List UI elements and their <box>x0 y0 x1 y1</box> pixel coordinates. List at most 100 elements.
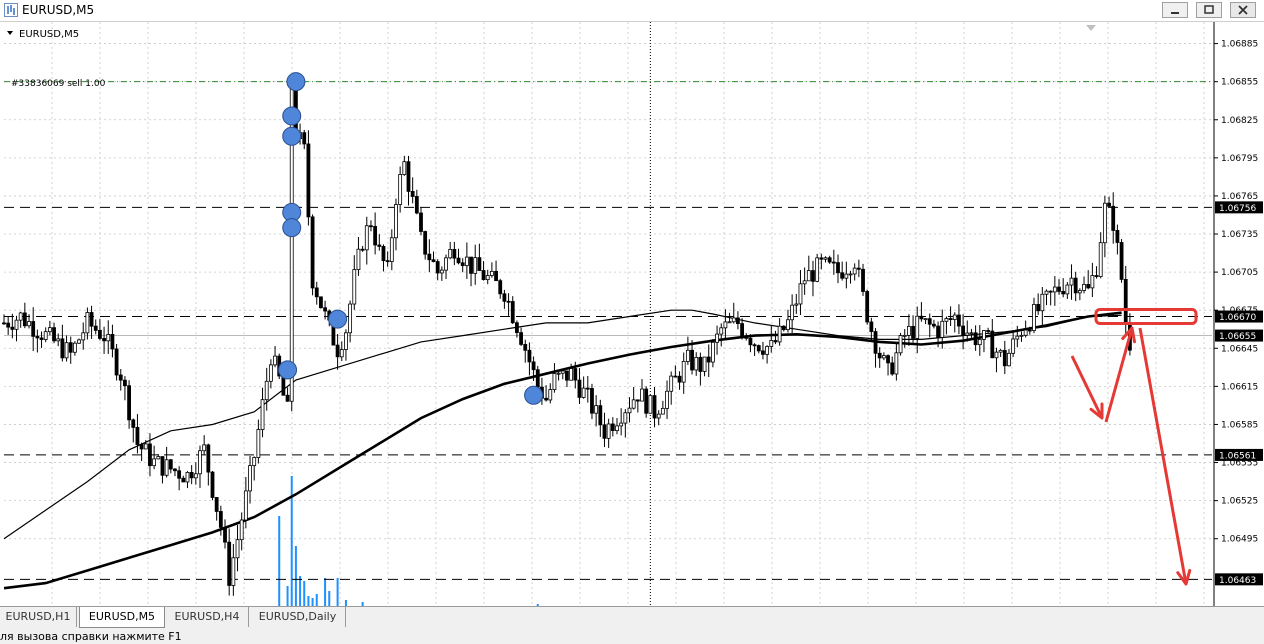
candle-bear <box>756 345 761 352</box>
candle-bear <box>52 327 56 342</box>
candle-bear <box>118 374 123 381</box>
candle <box>815 253 820 283</box>
candle-bear <box>598 405 603 426</box>
candle-bull <box>556 372 561 375</box>
candle <box>898 332 903 356</box>
candle-bull <box>881 355 886 359</box>
restore-button[interactable] <box>1196 2 1222 18</box>
candle-bull <box>786 319 790 331</box>
close-icon <box>1238 5 1248 15</box>
candle-bear <box>414 196 419 214</box>
candle-bull <box>798 283 803 305</box>
trade-marker[interactable] <box>278 360 298 380</box>
candle-bull <box>711 341 715 363</box>
trade-marker[interactable] <box>282 126 302 146</box>
candle-bull <box>1015 335 1020 340</box>
price-chart[interactable]: 1.06885 1.06855 1.06825 1.06795 1.06765 1.067… <box>0 22 1264 606</box>
candle-bear <box>131 419 136 428</box>
candle-bear <box>840 272 845 279</box>
candle-bear <box>302 132 307 145</box>
price-tick-label: 1.06585 <box>1221 420 1258 430</box>
trade-marker[interactable] <box>328 309 348 329</box>
price-tick-label: 1.06765 <box>1221 192 1258 202</box>
tab-eurusd-m5[interactable]: EURUSD,M5 <box>79 607 165 628</box>
candle-bear <box>1086 284 1091 289</box>
candle-bull <box>1077 290 1082 294</box>
candle-bear <box>1119 242 1124 280</box>
candle-bear <box>744 335 749 339</box>
candle-bear <box>585 387 590 390</box>
candle-bear <box>936 325 940 338</box>
candle-bear <box>306 143 311 218</box>
tab-eurusd-h4[interactable]: EURUSD,H4 <box>166 607 249 627</box>
candle-bear <box>31 321 36 337</box>
candle-bear <box>89 312 94 327</box>
candle-bear <box>494 270 498 282</box>
volume-bar <box>324 578 327 606</box>
candle-bull <box>268 364 273 382</box>
candle-bear <box>469 256 473 274</box>
candle-bear <box>961 325 965 336</box>
candle-bull <box>27 321 31 327</box>
chart-area[interactable]: 1.06885 1.06855 1.06825 1.06795 1.06765 1.067… <box>0 22 1264 606</box>
tab-eurusd-daily[interactable]: EURUSD,Daily <box>250 607 346 627</box>
candle-bull <box>944 318 949 322</box>
candle-bear <box>206 444 211 473</box>
candle-bear <box>114 348 119 376</box>
trade-marker[interactable] <box>524 385 544 405</box>
candle-bear <box>652 395 657 419</box>
tab-eurusd-h1[interactable]: EURUSD,H1 <box>0 607 77 627</box>
candle-bear <box>519 332 523 345</box>
candle-bull <box>631 399 636 409</box>
trade-marker[interactable] <box>282 218 302 238</box>
candle-bull <box>581 387 586 398</box>
candle-bull <box>448 248 453 259</box>
candle-bull <box>640 388 644 402</box>
candle-bull <box>156 456 161 460</box>
chart-window-icon <box>4 3 18 17</box>
candle-bear <box>423 231 428 255</box>
window-titlebar: EURUSD,M5 <box>0 0 1264 22</box>
candle-bull <box>185 472 190 483</box>
candle-bull <box>727 321 732 324</box>
candle-bull <box>489 270 494 276</box>
candle-bear <box>2 322 6 325</box>
candle-bull <box>143 443 148 450</box>
candle-bull <box>606 423 611 439</box>
minimize-button[interactable] <box>1162 2 1188 18</box>
candle-bear <box>1057 286 1061 292</box>
candle-bull <box>665 390 669 409</box>
candle-bull <box>202 444 207 452</box>
close-button[interactable] <box>1230 2 1256 18</box>
candle-bear <box>1111 205 1116 231</box>
candle-bull <box>473 257 478 274</box>
candle-bear <box>98 329 102 339</box>
candle-bear <box>360 248 365 251</box>
candle-bear <box>836 262 840 274</box>
candle-bear <box>456 257 461 264</box>
candle-bear <box>1027 329 1032 332</box>
candle-bear <box>677 375 682 383</box>
candle-bear <box>577 379 582 398</box>
candle-bull <box>64 342 69 359</box>
candle-bull <box>681 361 686 383</box>
candle-bull <box>898 335 903 354</box>
candle-bull <box>398 174 403 205</box>
candle-bear <box>973 332 978 346</box>
candle-bear <box>531 361 536 371</box>
candle-bear <box>39 337 44 340</box>
candle-bull <box>894 352 899 375</box>
candle-bear <box>886 355 890 364</box>
candle-bull <box>264 380 269 401</box>
candle <box>648 395 653 414</box>
candle-bull <box>394 204 398 239</box>
candle-bear <box>60 338 65 359</box>
candle-bear <box>410 191 415 197</box>
candle-bull <box>552 373 557 391</box>
candle-bull <box>815 257 820 282</box>
trade-marker[interactable] <box>282 106 302 126</box>
candle-bull <box>685 349 690 362</box>
candle-bear <box>873 331 878 354</box>
candle-bull <box>694 356 699 371</box>
trade-marker[interactable] <box>286 72 306 92</box>
